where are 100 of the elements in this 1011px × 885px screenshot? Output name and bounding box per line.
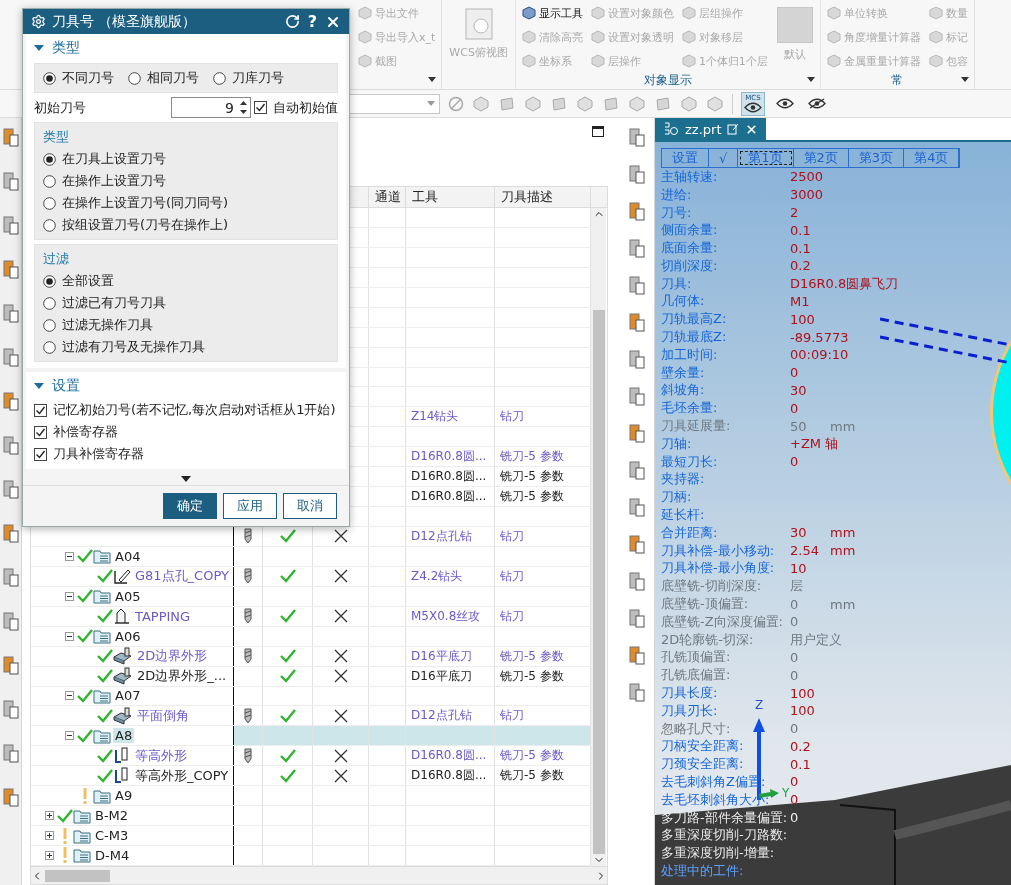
section-header[interactable]: 设置	[34, 375, 338, 397]
scroll-thumb[interactable]	[592, 310, 605, 854]
operation-name[interactable]: 2D边界外形	[135, 647, 210, 666]
checkbox-option[interactable]: 自动初始值	[254, 98, 338, 117]
ribbon-button[interactable]: 显示工具	[520, 3, 584, 23]
tool-icon[interactable]	[628, 163, 646, 185]
cube-icon[interactable]	[628, 94, 646, 113]
tool-icon[interactable]	[628, 681, 646, 703]
column-header[interactable]: 工具	[406, 187, 495, 207]
tool-icon[interactable]	[1, 610, 20, 632]
expand-icon[interactable]	[44, 831, 54, 841]
caret-icon[interactable]	[806, 77, 815, 82]
collapse-icon[interactable]	[64, 591, 74, 601]
cube-icon[interactable]	[524, 94, 542, 113]
operation-name[interactable]: 2D边界外形_...	[135, 667, 229, 686]
collapse-icon[interactable]	[64, 631, 74, 641]
number-spinner[interactable]: 9	[171, 97, 251, 118]
scroll-thumb[interactable]	[45, 869, 110, 882]
section-header[interactable]: 类型	[34, 37, 338, 59]
program-group-name[interactable]: A8	[113, 728, 135, 744]
radio-option[interactable]: 在操作上设置刀号	[43, 172, 329, 190]
program-group-name[interactable]: A07	[113, 688, 143, 704]
tool-icon[interactable]	[628, 348, 646, 370]
tool-icon[interactable]	[1, 478, 20, 500]
radio-option[interactable]: 按组设置刀号(刀号在操作上)	[43, 216, 329, 234]
collapse-icon[interactable]	[64, 731, 74, 741]
cube-icon[interactable]	[576, 94, 594, 113]
program-group-name[interactable]: A9	[113, 788, 135, 804]
tool-icon[interactable]	[628, 126, 646, 148]
tool-icon[interactable]	[1, 786, 20, 808]
program-group-name[interactable]: A06	[113, 628, 143, 644]
dialog-button[interactable]: 取消	[283, 493, 337, 519]
no-entry-icon[interactable]	[448, 95, 464, 112]
tool-icon[interactable]	[1, 302, 20, 324]
radio-option[interactable]: 不同刀号	[43, 69, 114, 87]
edit-icon[interactable]	[727, 123, 740, 135]
solid-icon[interactable]	[498, 94, 516, 113]
cube-icon[interactable]	[680, 94, 698, 113]
tool-icon[interactable]	[1, 346, 20, 368]
program-group-name[interactable]: A05	[113, 588, 143, 604]
tool-icon[interactable]	[628, 570, 646, 592]
collapse-icon[interactable]	[64, 551, 74, 561]
tool-icon[interactable]	[1, 214, 20, 236]
tool-icon[interactable]	[628, 274, 646, 296]
help-button[interactable]: ?	[305, 12, 319, 31]
tool-icon[interactable]	[1, 126, 20, 148]
tool-icon[interactable]	[628, 237, 646, 259]
radio-option[interactable]: 在刀具上设置刀号	[43, 150, 329, 168]
tool-icon[interactable]	[628, 422, 646, 444]
program-group-name[interactable]: C-M3	[93, 828, 131, 844]
radio-option[interactable]: 过滤有刀号及无操作刀具	[43, 338, 329, 356]
tool-icon[interactable]	[1, 566, 20, 588]
checkbox-option[interactable]: 记忆初始刀号(若不记忆,每次启动对话框从1开始)	[34, 401, 338, 419]
tool-icon[interactable]	[628, 200, 646, 222]
collapse-icon[interactable]	[64, 691, 74, 701]
tool-icon[interactable]	[628, 533, 646, 555]
horizontal-scrollbar[interactable]	[31, 866, 607, 884]
maximize-icon[interactable]	[592, 126, 604, 137]
dialog-button[interactable]: 应用	[223, 493, 277, 519]
spin-arrows-icon[interactable]	[240, 100, 247, 115]
column-header[interactable]: 通道	[369, 187, 406, 207]
cube-icon[interactable]	[706, 94, 724, 113]
tool-icon[interactable]	[1, 170, 20, 192]
tool-icon[interactable]	[1, 654, 20, 676]
expand-icon[interactable]	[44, 811, 54, 821]
tool-icon[interactable]	[628, 311, 646, 333]
tool-icon[interactable]	[1, 698, 20, 720]
radio-option[interactable]: 刀库刀号	[213, 69, 284, 87]
operation-name[interactable]: 平面倒角	[135, 706, 191, 725]
tool-icon[interactable]	[1, 390, 20, 412]
program-group-name[interactable]: A04	[113, 548, 143, 564]
tool-icon[interactable]	[628, 459, 646, 481]
radio-option[interactable]: 在操作上设置刀号(同刀同号)	[43, 194, 329, 212]
tool-icon[interactable]	[1, 742, 20, 764]
checkbox-option[interactable]: 刀具补偿寄存器	[34, 445, 338, 463]
radio-option[interactable]: 全部设置	[43, 272, 329, 290]
operation-name[interactable]: 等高外形_COPY	[133, 766, 231, 785]
program-group-name[interactable]: B-M2	[93, 808, 131, 824]
radio-option[interactable]: 相同刀号	[128, 69, 199, 87]
expand-icon[interactable]	[44, 850, 54, 860]
tool-icon[interactable]	[628, 644, 646, 666]
operation-name[interactable]: G81点孔_COPY	[133, 567, 231, 586]
solid-icon[interactable]	[654, 94, 672, 113]
radio-option[interactable]: 过滤无操作刀具	[43, 316, 329, 334]
tool-icon[interactable]	[1, 522, 20, 544]
solid-icon[interactable]	[550, 94, 568, 113]
vertical-scrollbar[interactable]	[591, 208, 606, 866]
tool-icon[interactable]	[628, 496, 646, 518]
tool-icon[interactable]	[628, 385, 646, 407]
column-header[interactable]: 刀具描述	[495, 187, 591, 207]
cube-icon[interactable]	[472, 94, 490, 113]
caret-icon[interactable]	[960, 77, 969, 82]
operation-name[interactable]: TAPPING	[133, 608, 193, 624]
solid-icon[interactable]	[602, 94, 620, 113]
tool-icon[interactable]	[1, 434, 20, 456]
operation-name[interactable]: 等高外形	[133, 746, 189, 765]
reset-icon[interactable]	[284, 14, 300, 29]
checkbox-option[interactable]: 补偿寄存器	[34, 423, 338, 441]
caret-icon[interactable]	[428, 77, 437, 82]
program-group-name[interactable]: D-M4	[93, 847, 132, 863]
